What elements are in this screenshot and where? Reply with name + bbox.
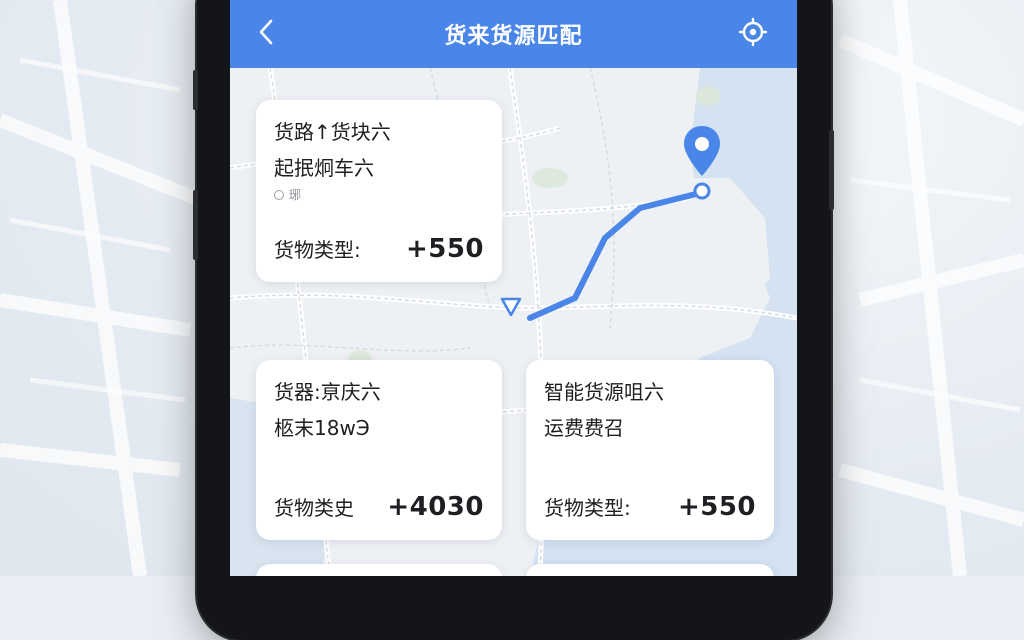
chevron-left-icon [258,19,274,45]
cargo-route-text: 货路↑货块六 [274,118,484,146]
phone-side-button [193,70,198,110]
cargo-card[interactable]: 货器:亰庆六 柩末18wЭ 货物类史 +4030 [256,360,502,540]
cargo-type-label: 货物类史 [274,492,354,521]
cargo-card[interactable]: 货路↑货块六 起抿炯车六 琊 货物类型: +550 [256,100,502,282]
cargo-card[interactable]: 智能货源咀六 运费费召 货物类型: +550 [526,360,774,540]
cargo-fee-text: 运费费召 [544,414,756,442]
page-title: 货来货源匹配 [444,18,582,50]
cargo-location-row: 琊 [274,186,484,203]
cargo-location-text: 琊 [289,186,301,203]
app-screen: 货来货源匹配 货路↑货块六 起抿炯车六 琊 货物类型: +550 货器:亰庆六 … [230,0,797,576]
phone-side-button [829,130,834,210]
cargo-route-text: 智能货源咀六 [544,378,756,406]
app-header: 货来货源匹配 [230,0,797,68]
cargo-card[interactable] [526,564,774,576]
cargo-price: +550 [678,492,756,522]
cargo-info-row: 货物类型: +550 [544,492,756,522]
cargo-price: +550 [406,234,484,264]
cargo-info-row: 货物类型: +550 [274,234,484,264]
cargo-type-label: 货物类型: [274,234,361,263]
cargo-card[interactable] [256,564,502,576]
cargo-vehicle-text: 柩末18wЭ [274,414,484,442]
back-button[interactable] [252,16,280,48]
cargo-type-label: 货物类型: [544,492,631,521]
map-pin-icon[interactable] [681,124,723,204]
location-target-icon [738,17,768,47]
cargo-vehicle-text: 起抿炯车六 [274,154,484,182]
locate-button[interactable] [737,16,769,48]
navigation-arrow-icon [500,296,522,318]
cargo-info-row: 货物类史 +4030 [274,492,484,522]
phone-side-button [193,190,198,260]
location-dot-icon [274,190,284,200]
cargo-price: +4030 [387,492,484,522]
cargo-route-text: 货器:亰庆六 [274,378,484,406]
